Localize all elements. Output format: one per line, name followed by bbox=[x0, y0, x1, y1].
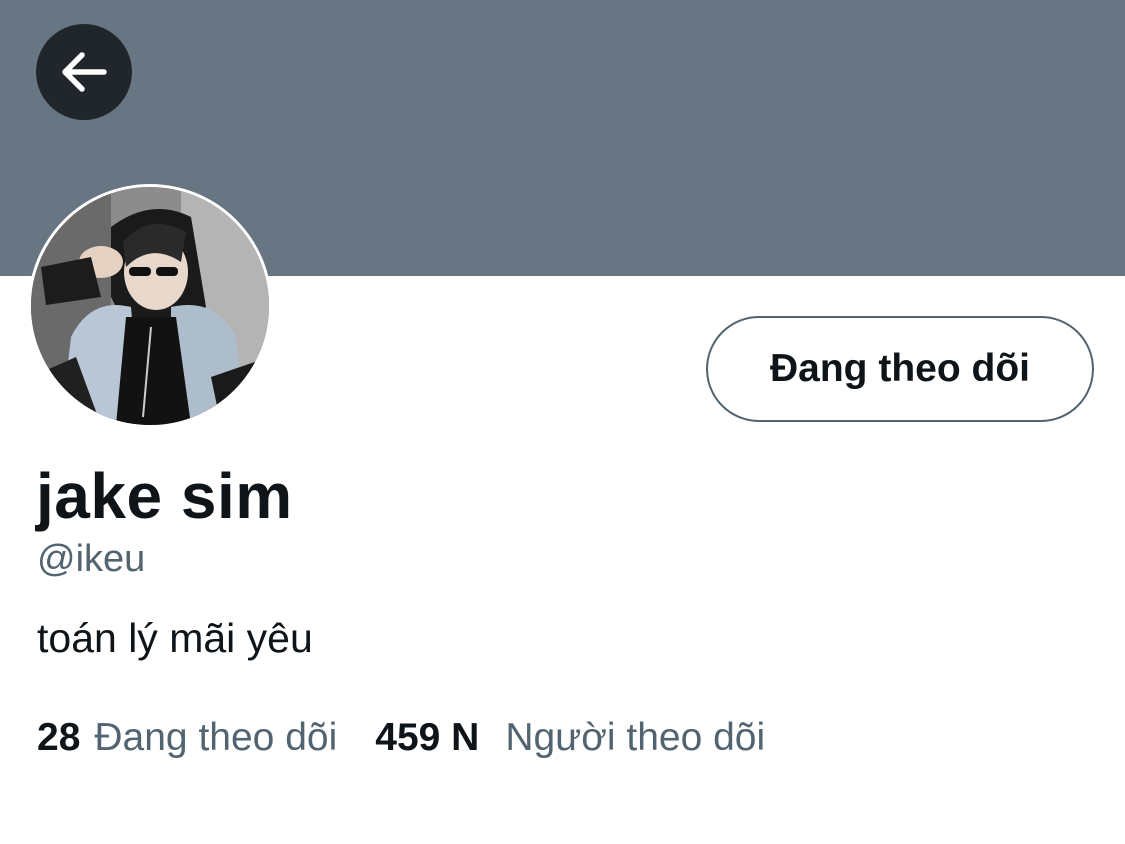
display-name: jake sim bbox=[36, 460, 293, 532]
following-stat-link[interactable]: 28 Đang theo dõi bbox=[37, 713, 337, 763]
followers-stat-link[interactable]: 459 N Người theo dõi bbox=[375, 713, 765, 763]
avatar[interactable] bbox=[28, 184, 272, 428]
profile-stats: 28 Đang theo dõi 459 N Người theo dõi bbox=[37, 713, 765, 763]
arrow-left-icon bbox=[62, 52, 107, 92]
user-handle: @ikeu bbox=[37, 538, 146, 580]
profile-bio: toán lý mãi yêu bbox=[37, 615, 313, 661]
followers-label: Người theo dõi bbox=[505, 716, 766, 759]
profile-photo bbox=[31, 187, 269, 425]
following-label: Đang theo dõi bbox=[94, 716, 338, 759]
back-button[interactable] bbox=[36, 24, 132, 120]
following-button[interactable]: Đang theo dõi bbox=[706, 316, 1094, 422]
followers-count: 459 N bbox=[375, 716, 480, 759]
following-count: 28 bbox=[37, 716, 81, 759]
